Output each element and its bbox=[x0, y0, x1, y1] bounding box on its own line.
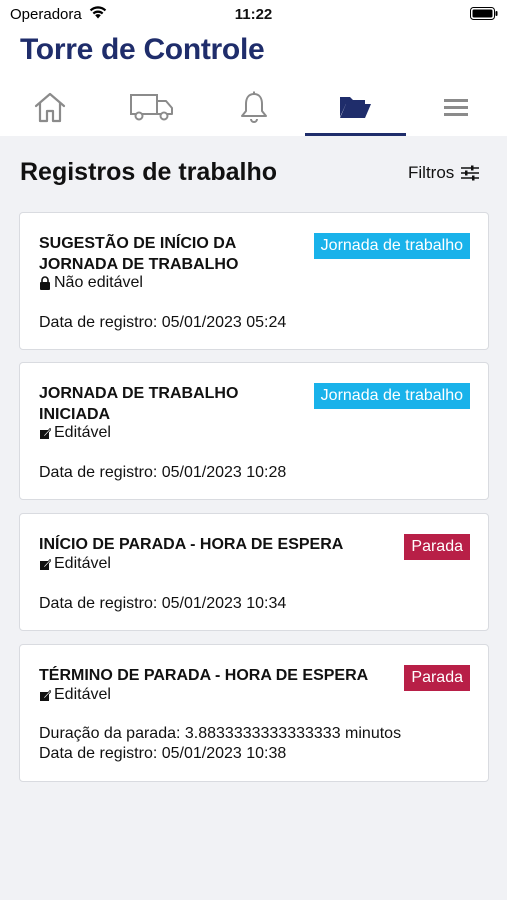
tab-menu[interactable] bbox=[406, 78, 506, 136]
category-badge: Jornada de trabalho bbox=[313, 383, 470, 409]
lock-icon bbox=[40, 276, 50, 290]
record-card[interactable]: TÉRMINO DE PARADA - HORA DE ESPERA Parad… bbox=[19, 644, 489, 782]
app-title: Torre de Controle bbox=[20, 33, 265, 66]
category-badge: Parada bbox=[404, 534, 470, 560]
filters-button[interactable]: Filtros bbox=[408, 163, 480, 183]
record-card[interactable]: JORNADA DE TRABALHO INICIADA Jornada de … bbox=[19, 362, 489, 500]
record-title: INÍCIO DE PARADA - HORA DE ESPERA bbox=[39, 536, 344, 553]
bell-icon bbox=[241, 91, 267, 123]
edit-status: Editável bbox=[39, 555, 111, 573]
tab-notifications[interactable] bbox=[204, 78, 304, 136]
active-tab-indicator bbox=[305, 133, 406, 136]
edit-status-label: Editável bbox=[54, 555, 111, 572]
sliders-icon bbox=[461, 165, 480, 181]
record-date: Data de registro: 05/01/2023 10:38 bbox=[39, 745, 287, 762]
tab-home[interactable] bbox=[0, 78, 100, 136]
record-card[interactable]: INÍCIO DE PARADA - HORA DE ESPERA Parada… bbox=[19, 513, 489, 631]
status-bar: Operadora 11:22 bbox=[0, 0, 507, 28]
truck-icon bbox=[130, 94, 173, 121]
stop-duration: Duração da parada: 3.8833333333333333 mi… bbox=[39, 725, 402, 742]
edit-icon bbox=[40, 689, 51, 701]
edit-status-label: Editável bbox=[54, 686, 111, 703]
filters-label: Filtros bbox=[408, 163, 455, 182]
record-date: Data de registro: 05/01/2023 10:28 bbox=[39, 464, 287, 481]
category-badge: Parada bbox=[404, 665, 470, 691]
page-title: Registros de trabalho bbox=[20, 158, 277, 186]
battery-icon bbox=[470, 7, 498, 20]
edit-icon bbox=[40, 427, 51, 439]
record-date: Data de registro: 05/01/2023 10:34 bbox=[39, 595, 287, 612]
edit-status-label: Editável bbox=[54, 424, 111, 441]
status-time: 11:22 bbox=[234, 6, 273, 23]
edit-icon bbox=[40, 558, 51, 570]
record-title: JORNADA DE TRABALHO INICIADA bbox=[39, 385, 239, 423]
folder-open-icon bbox=[340, 97, 371, 118]
edit-status: Não editável bbox=[39, 274, 143, 292]
app-header: Operadora 11:22 Torre de Controle bbox=[0, 0, 507, 136]
edit-status: Editável bbox=[39, 424, 111, 442]
edit-status-label: Não editável bbox=[54, 274, 143, 291]
menu-icon bbox=[444, 99, 468, 116]
home-icon bbox=[34, 92, 66, 123]
record-card[interactable]: SUGESTÃO DE INÍCIO DA JORNADA DE TRABALH… bbox=[19, 212, 489, 350]
tab-records[interactable] bbox=[305, 78, 405, 136]
category-badge: Jornada de trabalho bbox=[313, 233, 470, 259]
record-title: SUGESTÃO DE INÍCIO DA JORNADA DE TRABALH… bbox=[39, 235, 239, 273]
bottom-nav-tabs bbox=[0, 78, 507, 136]
record-title: TÉRMINO DE PARADA - HORA DE ESPERA bbox=[39, 667, 369, 684]
edit-status: Editável bbox=[39, 686, 111, 704]
tab-vehicles[interactable] bbox=[102, 78, 202, 136]
record-date: Data de registro: 05/01/2023 05:24 bbox=[39, 314, 287, 331]
